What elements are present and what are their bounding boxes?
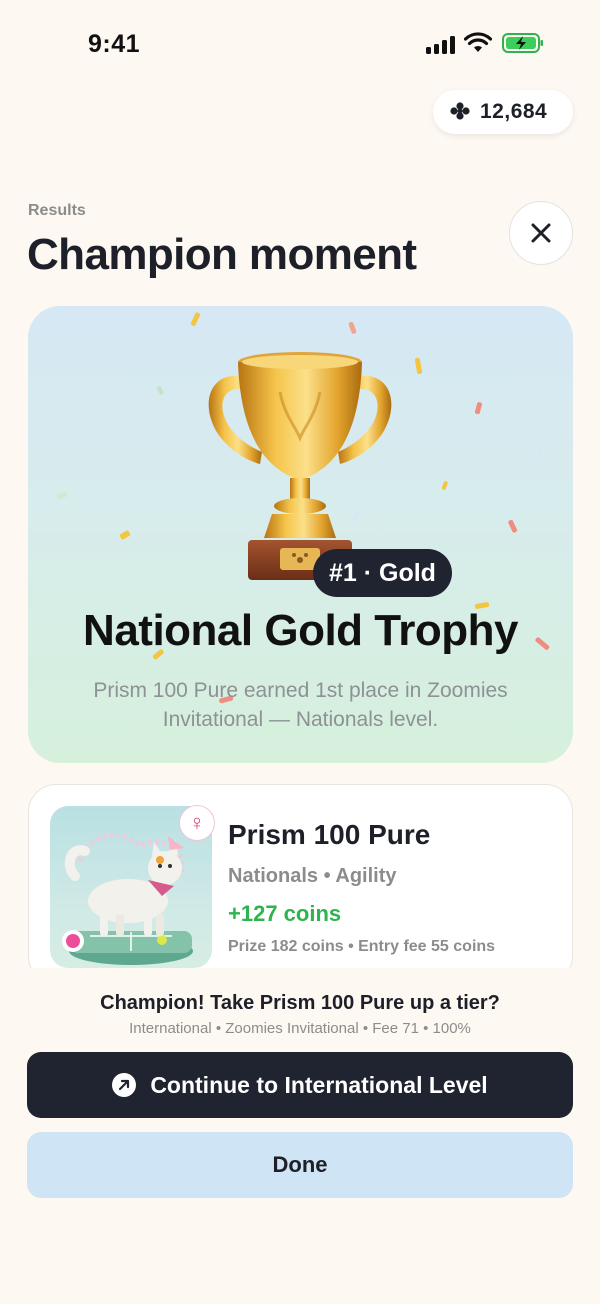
close-button[interactable]: [509, 201, 573, 265]
continue-button-label: Continue to International Level: [150, 1071, 488, 1098]
page-title: Champion moment: [27, 230, 417, 279]
pet-name: Prism 100 Pure: [228, 819, 431, 850]
paw-coin-icon: [450, 102, 470, 120]
pet-event-meta: Nationals • Agility: [228, 865, 397, 887]
coin-balance-value: 12,684: [480, 100, 548, 123]
battery-charging-icon: [502, 33, 543, 53]
wifi-icon: [464, 32, 492, 52]
coins-earned: +127 coins: [228, 901, 342, 926]
prize-and-fee: Prize 182 coins • Entry fee 55 coins: [228, 938, 496, 955]
continue-to-next-level-button[interactable]: Continue to International Level: [27, 1052, 573, 1118]
trophy-hero-card: #1 · Gold National Gold Trophy Prism 100…: [28, 306, 573, 763]
promotion-details: International • Zoomies Invitational • F…: [129, 1020, 471, 1037]
coin-balance[interactable]: 12,684: [433, 90, 573, 134]
arrow-up-right-icon: [112, 1073, 137, 1097]
pet-summary-card[interactable]: ♀ Prism 100 Pure Nationals • Agility +12…: [28, 784, 573, 984]
done-button[interactable]: Done: [27, 1132, 573, 1198]
rank-badge: #1 · Gold: [313, 549, 452, 597]
status-time: 9:41: [88, 30, 141, 58]
online-status-dot: [62, 930, 84, 952]
female-icon: ♀: [179, 805, 215, 841]
award-description: Prism 100 Pure earned 1st place in Zoomi…: [93, 679, 508, 731]
promotion-prompt: Champion! Take Prism 100 Pure up a tier?: [100, 992, 500, 1014]
close-icon: [531, 223, 551, 243]
page-eyebrow: Results: [28, 202, 86, 219]
status-bar: 9:41: [0, 0, 600, 88]
award-title: National Gold Trophy: [83, 606, 518, 655]
cellular-signal-icon: [426, 36, 456, 54]
